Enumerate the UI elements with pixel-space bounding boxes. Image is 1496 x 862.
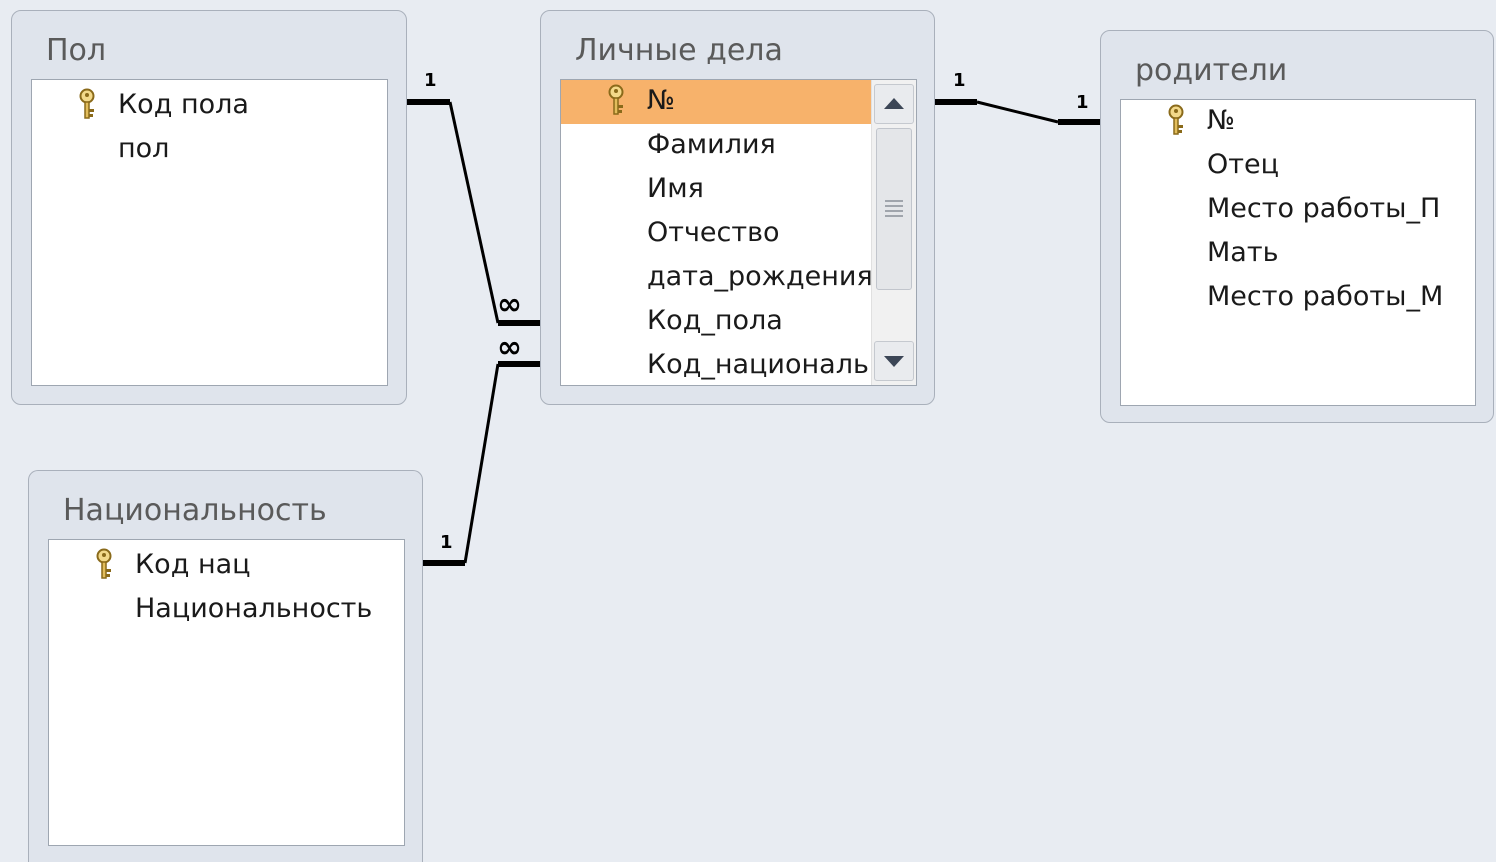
scroll-up-icon xyxy=(884,98,904,109)
field-name: Код_национальн xyxy=(647,349,872,380)
table-title[interactable]: Пол xyxy=(46,33,106,68)
field-row[interactable]: Национальность xyxy=(49,588,404,632)
key-icon xyxy=(79,88,95,119)
field-row[interactable]: Фамилия xyxy=(561,124,872,168)
field-list[interactable]: Код нац Национальность xyxy=(48,539,405,846)
field-name: № xyxy=(1207,105,1236,136)
field-name: Национальность xyxy=(135,593,373,624)
field-row[interactable]: дата_рождения xyxy=(561,256,872,300)
table-window-lichnye-dela[interactable]: Личные дела № Фамилия Имя Отчество дата_… xyxy=(540,10,935,405)
key-icon xyxy=(1168,104,1184,135)
relation-many-label: ∞ xyxy=(497,330,522,365)
field-name: Код_пола xyxy=(647,305,783,336)
table-title[interactable]: родители xyxy=(1135,53,1287,88)
relation-one-label: 1 xyxy=(424,70,437,91)
field-list[interactable]: № Фамилия Имя Отчество дата_рождения Код… xyxy=(560,79,917,386)
table-window-pol[interactable]: Пол Код пола пол xyxy=(11,10,407,405)
field-row[interactable]: Имя xyxy=(561,168,872,212)
relation-one-label: 1 xyxy=(1076,92,1089,113)
table-title[interactable]: Личные дела xyxy=(575,33,783,68)
field-name: Отец xyxy=(1207,149,1279,180)
field-row[interactable]: Код пола xyxy=(32,84,387,128)
relation-many-label: ∞ xyxy=(497,287,522,322)
field-row[interactable]: Мать xyxy=(1121,232,1475,276)
relation-one-label: 1 xyxy=(953,70,966,91)
field-row[interactable]: Место работы_М xyxy=(1121,276,1475,320)
field-row[interactable]: пол xyxy=(32,128,387,172)
field-row[interactable]: Отец xyxy=(1121,144,1475,188)
field-list[interactable]: № Отец Место работы_П Мать Место работы_… xyxy=(1120,99,1476,406)
field-name: Код пола xyxy=(118,89,249,120)
scroll-grip-icon xyxy=(885,200,903,217)
field-name: пол xyxy=(118,133,170,164)
key-icon xyxy=(96,548,112,579)
table-title[interactable]: Национальность xyxy=(63,493,327,528)
field-row-selected[interactable]: № xyxy=(561,80,872,124)
field-row[interactable]: Код нац xyxy=(49,544,404,588)
table-window-natsionalnost[interactable]: Национальность Код нац Национальность xyxy=(28,470,423,862)
scroll-up-button[interactable] xyxy=(874,84,914,124)
field-row[interactable]: № xyxy=(1121,100,1475,144)
key-icon xyxy=(608,84,624,115)
relation-one-label: 1 xyxy=(440,532,453,553)
field-row[interactable]: Код_пола xyxy=(561,300,872,344)
field-name: Мать xyxy=(1207,237,1279,268)
field-name: Место работы_П xyxy=(1207,193,1441,224)
field-name: № xyxy=(647,85,676,116)
field-row[interactable]: Код_национальн xyxy=(561,344,872,385)
scroll-down-button[interactable] xyxy=(874,341,914,381)
field-name: Отчество xyxy=(647,217,780,248)
field-row[interactable]: Отчество xyxy=(561,212,872,256)
field-name: Имя xyxy=(647,173,704,204)
field-name: дата_рождения xyxy=(647,261,872,292)
field-name: Фамилия xyxy=(647,129,776,160)
field-row[interactable]: Место работы_П xyxy=(1121,188,1475,232)
field-name: Место работы_М xyxy=(1207,281,1444,312)
vertical-scrollbar[interactable] xyxy=(871,80,916,385)
field-name: Код нац xyxy=(135,549,251,580)
scroll-down-icon xyxy=(884,356,904,367)
scroll-thumb[interactable] xyxy=(876,128,912,290)
field-list[interactable]: Код пола пол xyxy=(31,79,388,386)
table-window-roditeli[interactable]: родители № Отец Место работы_П Мать Мест… xyxy=(1100,30,1494,423)
